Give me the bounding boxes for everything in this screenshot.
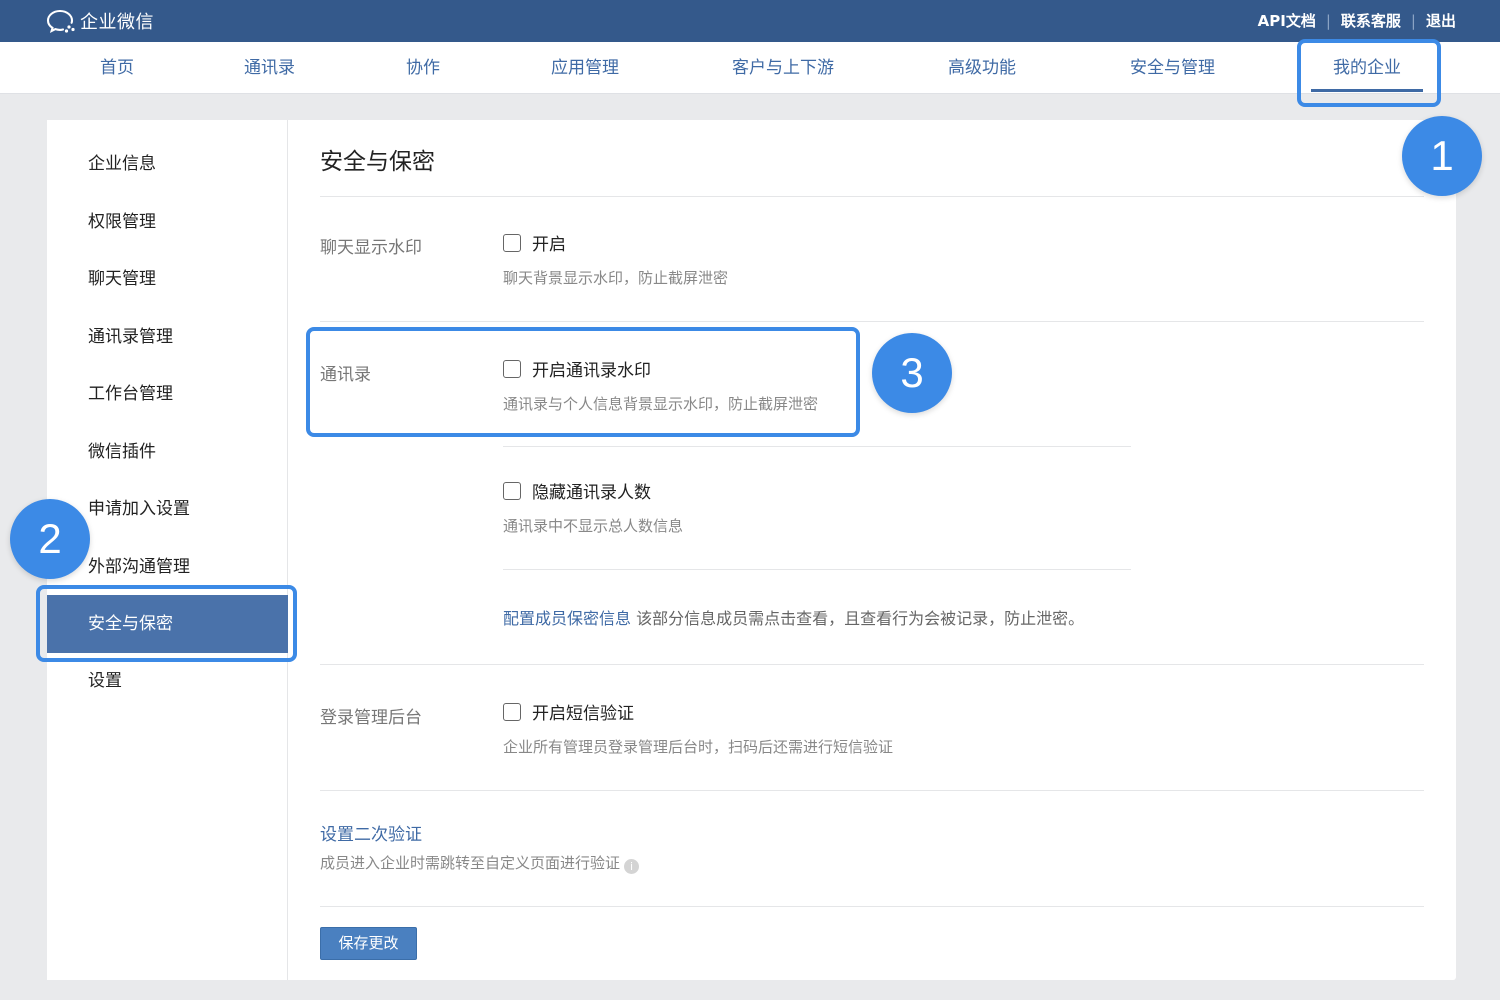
sidebar-item-contacts-management[interactable]: 通讯录管理 [47, 308, 288, 366]
chat-watermark-desc: 聊天背景显示水印，防止截屏泄密 [503, 269, 729, 287]
nav-item-contacts[interactable]: 通讯录 [244, 42, 295, 94]
divider [320, 321, 1424, 322]
nav-item-security-management[interactable]: 安全与管理 [1130, 42, 1215, 94]
main-panel: 企业信息 权限管理 聊天管理 通讯录管理 工作台管理 微信插件 申请加入设置 外… [47, 120, 1456, 980]
separator: | [1410, 11, 1416, 30]
separator: | [1325, 11, 1331, 30]
save-changes-button[interactable]: 保存更改 [320, 927, 417, 960]
nav-item-home[interactable]: 首页 [100, 42, 134, 94]
content-area: 安全与保密 聊天显示水印 开启 聊天背景显示水印，防止截屏泄密 通讯录 开启通讯… [320, 120, 1424, 980]
step-badge-3: 3 [872, 333, 952, 413]
top-bar: 企业微信 API文档 | 联系客服 | 退出 [0, 0, 1500, 42]
hide-contacts-count-checkbox[interactable]: 隐藏通讯录人数 [503, 478, 651, 503]
login-admin-label: 登录管理后台 [320, 708, 422, 728]
logo-text: 企业微信 [80, 12, 154, 33]
highlight-security-sidebar [36, 585, 297, 662]
logout-link[interactable]: 退出 [1426, 10, 1456, 31]
checkbox-box[interactable] [503, 233, 521, 252]
divider [320, 790, 1424, 791]
divider [320, 906, 1424, 907]
config-secret-info-row: 配置成员保密信息 该部分信息成员需点击查看，且查看行为会被记录，防止泄密。 [503, 605, 1084, 629]
nav-item-advanced[interactable]: 高级功能 [948, 42, 1016, 94]
hide-contacts-count-option-label: 隐藏通讯录人数 [532, 483, 651, 503]
step-badge-2: 2 [10, 499, 90, 579]
second-verify-link[interactable]: 设置二次验证 [320, 820, 422, 845]
checkbox-box[interactable] [503, 481, 521, 500]
config-secret-info-link[interactable]: 配置成员保密信息 [503, 609, 631, 628]
checkbox-box[interactable] [503, 702, 521, 721]
sidebar-item-wechat-plugin[interactable]: 微信插件 [47, 423, 288, 481]
nav-item-customers[interactable]: 客户与上下游 [732, 42, 834, 94]
second-verify-desc: 成员进入企业时需跳转至自定义页面进行验证 [320, 854, 621, 872]
divider [503, 446, 1131, 447]
hide-contacts-count-desc: 通讯录中不显示总人数信息 [503, 517, 684, 535]
api-docs-link[interactable]: API文档 [1258, 10, 1316, 31]
second-verify-desc-row: 成员进入企业时需跳转至自定义页面进行验证 i [320, 852, 640, 874]
logo[interactable]: 企业微信 [46, 8, 154, 34]
sms-verify-option-label: 开启短信验证 [532, 704, 634, 724]
main-nav: 首页 通讯录 协作 应用管理 客户与上下游 高级功能 安全与管理 我的企业 [0, 42, 1500, 94]
highlight-my-enterprise [1297, 39, 1441, 107]
config-secret-info-desc: 该部分信息成员需点击查看，且查看行为会被记录，防止泄密。 [636, 609, 1085, 628]
nav-item-collaboration[interactable]: 协作 [406, 42, 440, 94]
chat-watermark-label: 聊天显示水印 [320, 238, 422, 258]
divider [320, 664, 1424, 665]
top-links: API文档 | 联系客服 | 退出 [1258, 10, 1456, 31]
highlight-contacts-watermark [306, 327, 860, 437]
sms-verify-desc: 企业所有管理员登录管理后台时，扫码后还需进行短信验证 [503, 738, 894, 756]
nav-item-app-management[interactable]: 应用管理 [551, 42, 619, 94]
contact-support-link[interactable]: 联系客服 [1341, 10, 1401, 31]
divider [320, 196, 1424, 197]
step-badge-1: 1 [1402, 116, 1482, 196]
info-icon[interactable]: i [624, 859, 640, 874]
sms-verify-checkbox[interactable]: 开启短信验证 [503, 699, 634, 724]
chat-watermark-option-label: 开启 [532, 235, 566, 255]
sidebar-item-enterprise-info[interactable]: 企业信息 [47, 135, 288, 193]
chat-watermark-checkbox[interactable]: 开启 [503, 230, 566, 255]
sidebar-item-workbench-management[interactable]: 工作台管理 [47, 365, 288, 423]
sidebar-item-chat-management[interactable]: 聊天管理 [47, 250, 288, 308]
wecom-logo-icon [46, 9, 75, 34]
page-title: 安全与保密 [320, 149, 435, 175]
sidebar-item-permissions[interactable]: 权限管理 [47, 193, 288, 251]
divider [503, 569, 1131, 570]
